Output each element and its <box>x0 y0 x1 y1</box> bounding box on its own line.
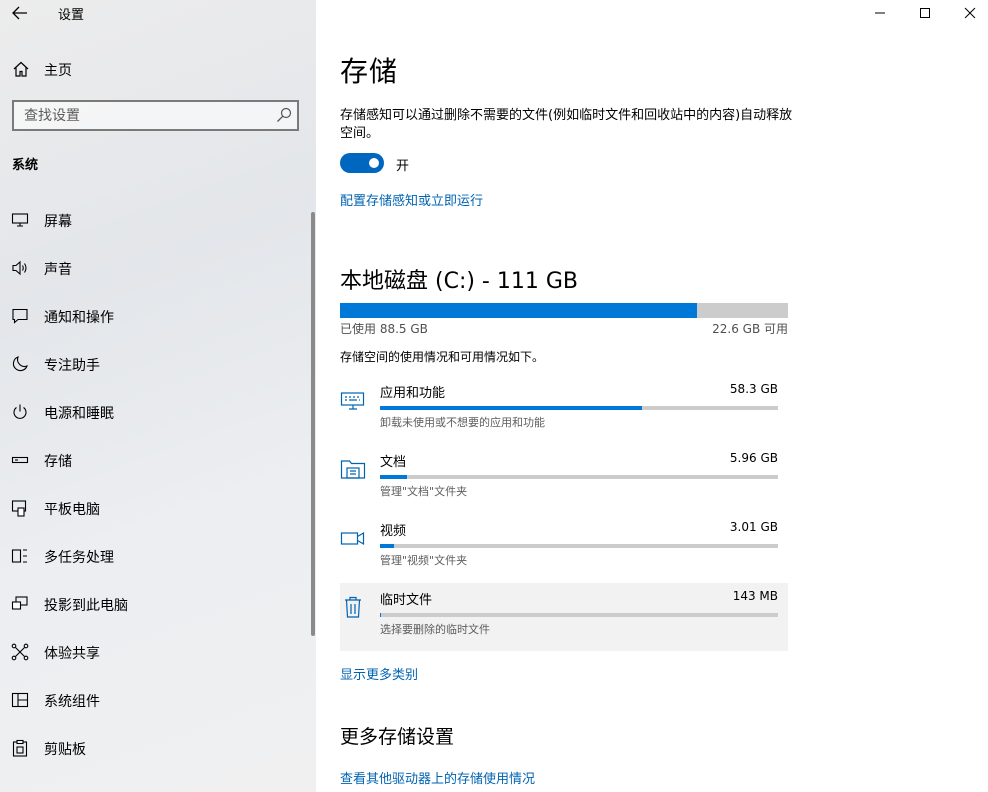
search-icon[interactable] <box>276 107 292 123</box>
moon-icon <box>12 356 28 372</box>
other-drives-usage-link[interactable]: 查看其他驱动器上的存储使用情况 <box>340 768 535 787</box>
storage-sense-toggle[interactable] <box>340 153 384 173</box>
category-bar <box>380 475 778 479</box>
video-icon <box>340 531 365 546</box>
category-name: 文档 <box>380 455 407 470</box>
category-name: 视频 <box>380 524 407 539</box>
clipboard-icon <box>12 739 28 757</box>
sidebar-item-focus-assist[interactable]: 专注助手 <box>0 340 312 388</box>
multitasking-icon <box>11 549 27 563</box>
category-subtitle: 卸载未使用或不想要的应用和功能 <box>380 416 545 429</box>
category-bar <box>380 406 778 410</box>
shared-experiences-icon <box>11 643 29 661</box>
sidebar-item-power[interactable]: 电源和睡眠 <box>0 388 312 436</box>
category-bar-fill <box>380 406 642 410</box>
disk-usage-bar <box>340 303 788 318</box>
sidebar: 设置 主页 系统 屏幕 声音 <box>0 0 316 792</box>
power-icon <box>13 404 27 419</box>
category-bar-fill <box>380 475 407 479</box>
storage-icon <box>11 456 29 464</box>
trash-icon <box>345 596 361 618</box>
nav-home-label: 主页 <box>44 63 72 79</box>
category-size: 143 MB <box>732 589 778 603</box>
category-bar <box>380 544 778 548</box>
category-apps[interactable]: 应用和功能 58.3 GB 卸载未使用或不想要的应用和功能 <box>340 376 788 444</box>
sidebar-item-label: 平板电脑 <box>44 502 100 518</box>
home-icon <box>13 61 29 77</box>
sidebar-item-storage[interactable]: 存储 <box>0 436 312 484</box>
search-input[interactable] <box>14 102 264 129</box>
configure-storage-sense-link[interactable]: 配置存储感知或立即运行 <box>340 190 483 209</box>
sidebar-item-sound[interactable]: 声音 <box>0 244 312 292</box>
search-box[interactable] <box>12 100 299 131</box>
category-name: 临时文件 <box>380 593 433 608</box>
back-button[interactable] <box>8 2 32 24</box>
used-space-label: 已使用 88.5 GB <box>340 322 428 336</box>
system-components-icon <box>11 692 29 708</box>
category-subtitle: 管理"文档"文件夹 <box>380 485 468 498</box>
sidebar-item-label: 声音 <box>44 262 72 278</box>
category-size: 5.96 GB <box>729 451 778 465</box>
more-storage-settings-title: 更多存储设置 <box>340 726 455 748</box>
sidebar-item-notifications[interactable]: 通知和操作 <box>0 292 312 340</box>
category-subtitle: 管理"视频"文件夹 <box>380 554 468 567</box>
disk-usage-fill <box>340 303 698 318</box>
sidebar-item-label: 系统组件 <box>44 694 100 710</box>
sidebar-item-label: 体验共享 <box>44 646 100 662</box>
speaker-icon <box>12 260 27 276</box>
sidebar-item-label: 存储 <box>44 454 72 470</box>
storage-sense-description: 存储感知可以通过删除不需要的文件(例如临时文件和回收站中的内容)自动释放空间。 <box>340 108 793 141</box>
main-content: 存储 存储感知可以通过删除不需要的文件(例如临时文件和回收站中的内容)自动释放空… <box>316 0 988 792</box>
sidebar-item-shared-experiences[interactable]: 体验共享 <box>0 628 312 676</box>
toggle-state-label: 开 <box>396 159 410 174</box>
category-documents[interactable]: 文档 5.96 GB 管理"文档"文件夹 <box>340 445 788 513</box>
projecting-icon <box>11 596 28 610</box>
category-subtitle: 选择要删除的临时文件 <box>380 623 490 636</box>
documents-icon <box>340 460 366 479</box>
sidebar-item-label: 电源和睡眠 <box>44 406 114 422</box>
tablet-icon <box>11 500 27 517</box>
sidebar-scrollbar[interactable] <box>311 212 315 636</box>
category-videos[interactable]: 视频 3.01 GB 管理"视频"文件夹 <box>340 514 788 582</box>
sidebar-item-label: 多任务处理 <box>44 550 114 566</box>
page-title: 存储 <box>340 55 399 88</box>
sidebar-item-clipboard[interactable]: 剪贴板 <box>0 724 312 772</box>
sidebar-item-multitasking[interactable]: 多任务处理 <box>0 532 312 580</box>
category-bar <box>380 613 778 617</box>
category-bar-fill <box>380 544 394 548</box>
sidebar-item-system-components[interactable]: 系统组件 <box>0 676 312 724</box>
notification-icon <box>12 308 28 324</box>
sidebar-item-label: 通知和操作 <box>44 310 114 326</box>
sidebar-item-label: 剪贴板 <box>44 742 86 758</box>
show-more-categories-link[interactable]: 显示更多类别 <box>340 664 418 683</box>
sidebar-item-label: 投影到此电脑 <box>44 598 128 614</box>
section-label: 系统 <box>12 158 39 173</box>
category-size: 3.01 GB <box>729 520 778 534</box>
back-arrow-icon <box>12 6 27 20</box>
sidebar-item-label: 专注助手 <box>44 358 100 374</box>
category-size: 58.3 GB <box>729 382 778 396</box>
sidebar-item-projecting[interactable]: 投影到此电脑 <box>0 580 312 628</box>
category-temp-files[interactable]: 临时文件 143 MB 选择要删除的临时文件 <box>340 583 788 651</box>
nav-list: 屏幕 声音 通知和操作 专注助手 电源和睡眠 存储 平板电脑 多任务处理 投影到… <box>0 196 312 772</box>
nav-home[interactable]: 主页 <box>0 54 316 84</box>
sidebar-item-tablet[interactable]: 平板电脑 <box>0 484 312 532</box>
sidebar-item-display[interactable]: 屏幕 <box>0 196 312 244</box>
sidebar-item-label: 屏幕 <box>44 214 72 230</box>
category-bar-fill <box>380 613 381 617</box>
free-space-label: 22.6 GB 可用 <box>712 322 788 336</box>
disk-title: 本地磁盘 (C:) - 111 GB <box>340 269 578 294</box>
apps-icon <box>340 392 365 410</box>
display-icon <box>11 213 29 227</box>
category-name: 应用和功能 <box>380 386 446 401</box>
usage-description: 存储空间的使用情况和可用情况如下。 <box>340 350 545 364</box>
app-title: 设置 <box>58 8 85 23</box>
